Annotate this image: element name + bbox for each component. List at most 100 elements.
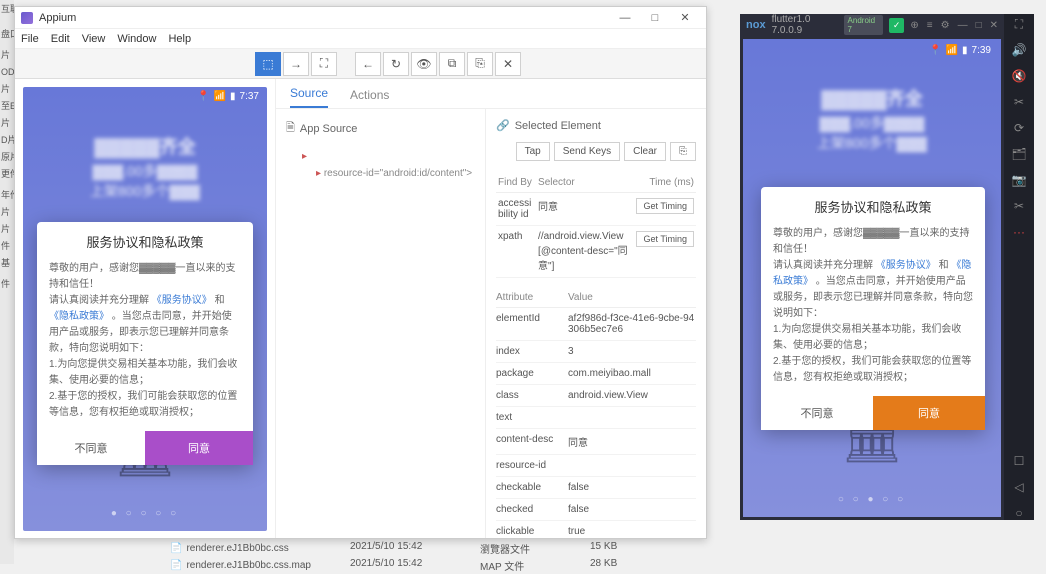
attr-key: content-desc (496, 434, 568, 449)
nox-sidebar-button-3[interactable]: ✂ (1010, 95, 1028, 109)
toolbar-button-0[interactable]: ⬚ (255, 52, 281, 76)
menu-window[interactable]: Window (117, 33, 156, 45)
file-icon: 📄 (170, 543, 182, 554)
nox-check-badge: ✓ (889, 18, 905, 33)
inspector-pane: Source Actions 🗎 App Source ▸ ▸ resource… (275, 79, 706, 538)
bg-title: ▓▓▓▓▓齐全 (23, 133, 267, 159)
nox-sidebar-button-0[interactable]: ⛶ (1010, 17, 1028, 31)
selector-row: accessibility id同意Get Timing (496, 193, 696, 226)
tab-source[interactable]: Source (290, 86, 328, 108)
selected-element-panel: 🔗 Selected Element Tap Send Keys Clear ⎘… (486, 109, 706, 538)
desktop-item: D片 (0, 131, 14, 148)
attr-value: com.meiyibao.mall (568, 368, 696, 379)
nox-sidebar-button-11[interactable]: ◁ (1010, 480, 1028, 494)
nox-sidebar-button-6[interactable]: 📷 (1010, 173, 1028, 187)
toolbar-button-5[interactable]: 👁 (411, 52, 437, 76)
nox-wc-3[interactable]: — (958, 20, 968, 31)
toolbar-button-8[interactable]: ✕ (495, 52, 521, 76)
nox-privacy-dialog: 服务协议和隐私政策 尊敬的用户，感谢您▓▓▓▓▓一直以来的支持和信任！ 请认真阅… (761, 187, 985, 430)
send-keys-button[interactable]: Send Keys (554, 142, 620, 161)
nox-dlg-and: 和 (939, 260, 949, 271)
nox-sidebar-button-5[interactable]: 🗂 (1010, 147, 1028, 161)
nox-sidebar-button-1[interactable]: 🔊 (1010, 43, 1028, 57)
desktop-item: 年作 (0, 186, 14, 203)
toolbar-button-2[interactable]: ⛶ (311, 52, 337, 76)
desktop-item: 件 (0, 237, 14, 254)
minimize-button[interactable]: — (610, 8, 640, 28)
nox-sidebar-button-7[interactable]: ✂ (1010, 199, 1028, 213)
attr-value: 同意 (568, 434, 696, 449)
app-source-header: 🗎 App Source (286, 119, 475, 138)
tab-actions[interactable]: Actions (350, 88, 389, 108)
menu-file[interactable]: File (21, 33, 39, 45)
file-icon: 📄 (170, 560, 182, 571)
attr-value: android.view.View (568, 390, 696, 401)
nox-wc-2[interactable]: ⚙ (941, 20, 950, 31)
nox-sidebar-button-2[interactable]: 🔇 (1010, 69, 1028, 83)
agree-button[interactable]: 同意 (145, 431, 253, 465)
maximize-button[interactable]: □ (640, 8, 670, 28)
attr-key: package (496, 368, 568, 379)
menu-view[interactable]: View (82, 33, 106, 45)
tap-button[interactable]: Tap (516, 142, 550, 161)
toolbar-button-1[interactable]: → (283, 52, 309, 76)
nox-wc-4[interactable]: □ (976, 20, 982, 31)
service-agreement-link[interactable]: 《服务协议》 (152, 295, 212, 306)
nox-status-bar: 📍 📶 ▮ 7:39 (929, 45, 991, 56)
file-name: renderer.eJ1Bb0bc.css.map (186, 560, 311, 571)
toolbar-button-6[interactable]: ⧉ (439, 52, 465, 76)
toolbar-button-3[interactable]: ← (355, 52, 381, 76)
nox-wc-5[interactable]: ✕ (990, 20, 998, 31)
selector-table: Find By Selector Time (ms) accessibility… (496, 173, 696, 278)
nox-device-screen[interactable]: 📍 📶 ▮ 7:39 ▓▓▓▓▓齐全 ▓▓▓.00多▓▓▓▓ 上架800多个▓▓… (743, 39, 1001, 517)
window-title: Appium (39, 12, 610, 24)
menu-help[interactable]: Help (168, 33, 191, 45)
nox-wc-1[interactable]: ≡ (927, 20, 933, 31)
get-timing-button[interactable]: Get Timing (636, 231, 694, 247)
close-button[interactable]: ✕ (670, 8, 700, 28)
dlg-greeting: 尊敬的用户，感谢您▓▓▓▓▓一直以来的支持和信任！ (49, 263, 235, 290)
dlg-p2: 2.基于您的授权，我们可能会获取您的位置等信息，您有权拒绝或取消授权； (49, 391, 237, 418)
nox-agree-button[interactable]: 同意 (873, 396, 985, 430)
attr-key: resource-id (496, 460, 568, 471)
main-area: 📍 📶 ▮ 7:37 ▓▓▓▓▓齐全 ▓▓▓.00多▓▓▓▓ 上架800多个▓▓… (15, 79, 706, 538)
tree-node[interactable]: ▸ resource-id="android:id/content"> (316, 165, 475, 182)
desktop-item: 基 (0, 254, 14, 271)
toolbar-button-7[interactable]: ⎘ (467, 52, 493, 76)
nox-disagree-button[interactable]: 不同意 (761, 396, 873, 430)
attr-key: index (496, 346, 568, 357)
attr-key: class (496, 390, 568, 401)
nox-sidebar-button-4[interactable]: ⟳ (1010, 121, 1028, 135)
device-screen[interactable]: 📍 📶 ▮ 7:37 ▓▓▓▓▓齐全 ▓▓▓.00多▓▓▓▓ 上架800多个▓▓… (23, 87, 267, 531)
file-row[interactable]: 📄renderer.eJ1Bb0bc.css2021/5/10 15:42瀏覽器… (170, 540, 770, 557)
file-row[interactable]: 📄renderer.eJ1Bb0bc.css.map2021/5/10 15:4… (170, 557, 770, 574)
attr-value (568, 412, 696, 423)
disagree-button[interactable]: 不同意 (37, 431, 145, 465)
menu-edit[interactable]: Edit (51, 33, 70, 45)
copy-button[interactable]: ⎘ (670, 142, 696, 161)
clear-button[interactable]: Clear (624, 142, 666, 161)
attr-value: true (568, 526, 696, 537)
privacy-policy-link[interactable]: 《隐私政策》 (49, 311, 109, 322)
file-explorer-rows: 📄renderer.eJ1Bb0bc.css2021/5/10 15:42瀏覽器… (170, 540, 770, 574)
desktop-item: 互联 (0, 0, 14, 17)
nox-sidebar-button-10[interactable]: ☐ (1010, 454, 1028, 468)
get-timing-button[interactable]: Get Timing (636, 198, 694, 214)
desktop-item: 更件 (0, 165, 14, 182)
nox-wc-0[interactable]: ⊕ (910, 20, 918, 31)
nox-sidebar-button-8[interactable]: ··· (1010, 225, 1028, 239)
file-name: renderer.eJ1Bb0bc.css (186, 543, 288, 554)
col-time: Time (ms) (634, 173, 696, 193)
desktop-item: 片 (0, 46, 14, 63)
selected-element-header: 🔗 Selected Element (496, 119, 696, 132)
tree-node[interactable]: ▸ (302, 148, 475, 165)
nox-sidebar-button-12[interactable]: ○ (1010, 506, 1028, 520)
location-icon: 📍 (197, 91, 209, 102)
dialog-title: 服务协议和隐私政策 (37, 222, 253, 257)
toolbar-button-4[interactable]: ↻ (383, 52, 409, 76)
dlg-read-prefix: 请认真阅读并充分理解 (49, 295, 149, 306)
android-version-badge: Android 7 (844, 15, 883, 35)
attr-key: clickable (496, 526, 568, 537)
nox-service-agreement-link[interactable]: 《服务协议》 (876, 260, 936, 271)
desktop-item: 片 (0, 203, 14, 220)
